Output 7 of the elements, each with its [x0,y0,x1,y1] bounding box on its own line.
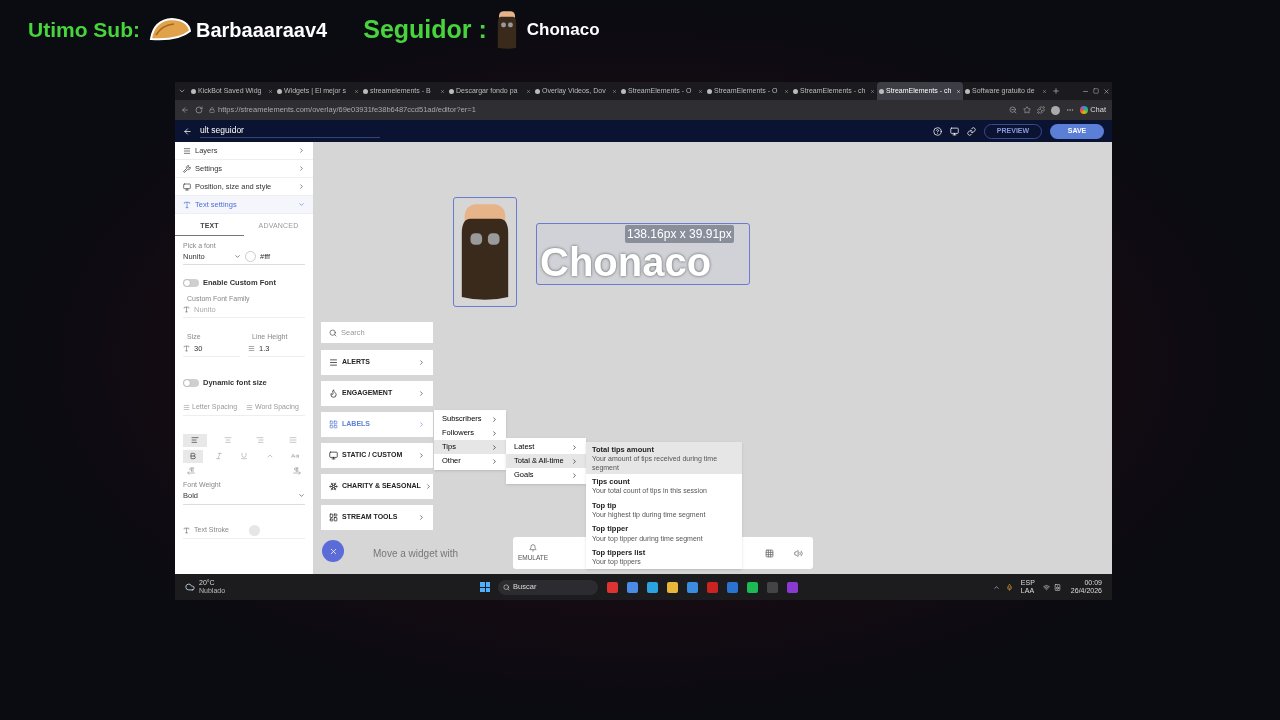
overlay-name: Barbaaaraav4 [196,18,328,43]
overlay-label: Seguidor : [363,14,487,46]
size-readout: 138.16px x 39.91px [625,225,734,243]
overlay-label: Utimo Sub: [28,17,140,44]
overlay-title-field[interactable]: ult seguidor [200,123,380,139]
overlay-name: Chonaco [526,19,600,42]
hint-text: Move a widget with [373,547,459,561]
